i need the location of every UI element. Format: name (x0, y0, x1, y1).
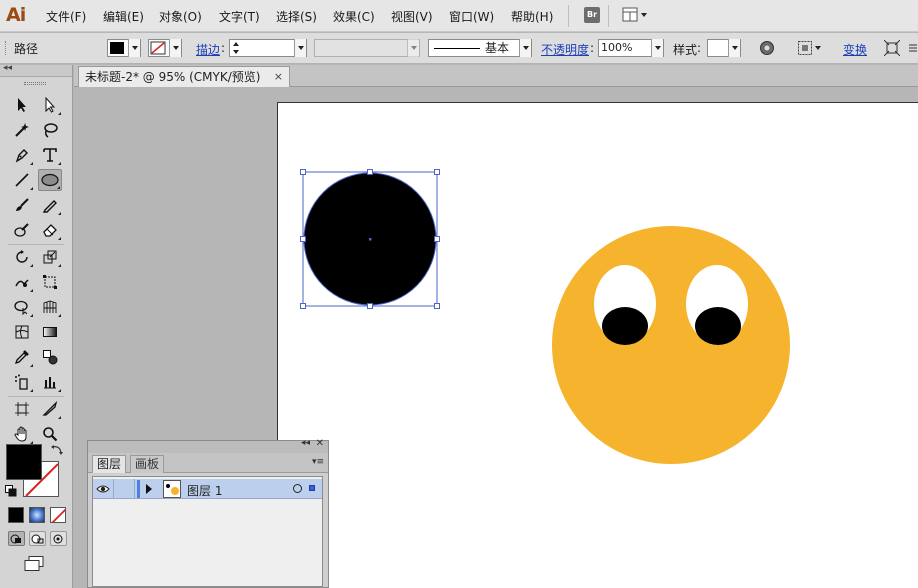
layers-list: 图层 1 (92, 476, 323, 587)
layer-thumbnail (163, 480, 181, 498)
right-pupil[interactable] (695, 307, 741, 345)
panel-menu-icon[interactable]: ▾≡ (312, 457, 324, 467)
face-circle[interactable] (552, 226, 790, 464)
tab-artboards[interactable]: 画板 (130, 455, 165, 473)
layers-panel: ◂◂ ✕ 图层 画板 ▾≡ 图层 1 (87, 438, 329, 588)
resize-handle-e[interactable] (434, 236, 440, 242)
resize-handle-sw[interactable] (300, 303, 306, 309)
expand-triangle-icon[interactable] (146, 484, 152, 494)
panel-tab-bar: 图层 画板 ▾≡ (88, 453, 328, 473)
lock-toggle[interactable] (113, 479, 135, 499)
resize-handle-nw[interactable] (300, 169, 306, 175)
close-icon[interactable]: ✕ (316, 438, 324, 449)
collapse-icon[interactable]: ◂◂ (301, 438, 310, 448)
resize-handle-ne[interactable] (434, 169, 440, 175)
resize-handle-w[interactable] (300, 236, 306, 242)
resize-handle-se[interactable] (434, 303, 440, 309)
panel-titlebar[interactable]: ◂◂ ✕ (88, 438, 328, 453)
selection-indicator-icon[interactable] (309, 485, 315, 491)
layer-name[interactable]: 图层 1 (187, 482, 222, 499)
layer-target-icon[interactable] (293, 484, 302, 493)
tab-layers[interactable]: 图层 (92, 455, 127, 473)
center-point (369, 238, 372, 241)
resize-handle-s[interactable] (367, 303, 373, 309)
layer-row[interactable]: 图层 1 (93, 479, 322, 499)
resize-handle-n[interactable] (367, 169, 373, 175)
left-pupil[interactable] (602, 307, 648, 345)
eye-icon[interactable] (96, 482, 110, 496)
layer-color-bar (137, 480, 140, 498)
layer-thumbnail-art (166, 484, 179, 495)
